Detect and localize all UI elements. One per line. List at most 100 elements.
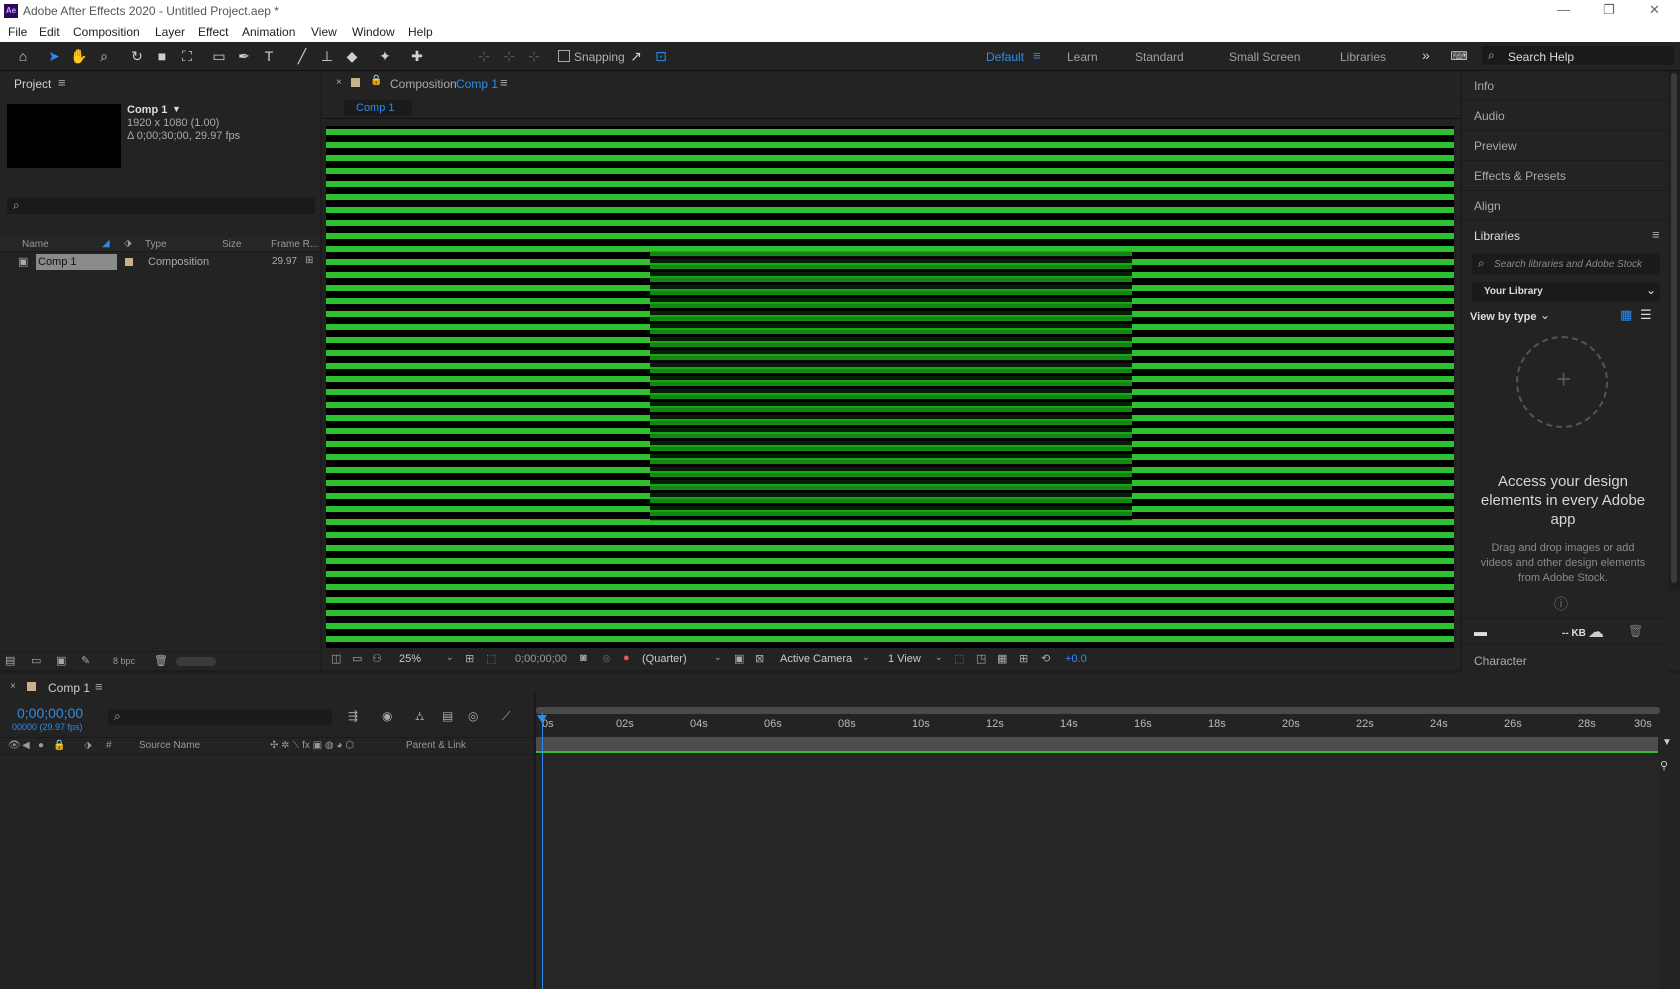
libraries-search-input[interactable]: ⌕ Search libraries and Adobe Stock (1472, 254, 1660, 274)
workspace-small-screen[interactable]: Small Screen (1229, 50, 1300, 64)
clone-stamp-icon[interactable]: ⊥ (318, 47, 336, 65)
col-type[interactable]: Type (145, 239, 167, 250)
label-color[interactable] (27, 682, 36, 691)
panel-info[interactable]: Info (1462, 71, 1668, 101)
rotate-tool-icon[interactable]: ↻ (128, 47, 146, 65)
chevron-down-icon[interactable]: ⌄ (862, 652, 870, 663)
snap-edge-icon[interactable]: ↗ (627, 47, 645, 65)
rectangle-tool-icon[interactable]: ▭ (210, 47, 228, 65)
lock-icon[interactable]: 🔒 (370, 75, 382, 86)
lock-icon[interactable]: 🔒 (53, 740, 65, 751)
zoom-level[interactable]: 25% (399, 653, 421, 665)
workspace-overflow-icon[interactable]: » (1422, 47, 1430, 63)
label-color[interactable] (125, 258, 133, 266)
menu-layer[interactable]: Layer (155, 25, 185, 39)
grid-view-icon[interactable]: ▦ (1620, 307, 1632, 323)
panel-character[interactable]: Character (1474, 654, 1527, 668)
close-icon[interactable]: ✕ (1649, 2, 1660, 18)
workspace-learn[interactable]: Learn (1067, 50, 1098, 64)
brush-tool-icon[interactable]: ╱ (293, 47, 311, 65)
motion-blur-icon[interactable]: ◎ (468, 709, 478, 723)
eraser-tool-icon[interactable]: ◆ (343, 47, 361, 65)
snap-feature-icon[interactable]: ⊡ (652, 47, 670, 65)
view-by-type[interactable]: View by type (1470, 311, 1536, 323)
chevron-down-icon[interactable]: ⌄ (1540, 308, 1550, 322)
magnify-icon[interactable]: ◫ (331, 652, 341, 665)
menu-edit[interactable]: Edit (39, 25, 60, 39)
project-menu-icon[interactable]: ≡ (58, 75, 66, 90)
label-column-icon[interactable]: ⬗ (124, 238, 132, 249)
comp-subtab[interactable]: Comp 1 (344, 100, 412, 116)
zoom-tool-icon[interactable]: ⌕ (95, 47, 113, 65)
playhead-handle[interactable] (537, 715, 547, 723)
exposure-value[interactable]: +0.0 (1065, 653, 1087, 665)
library-select[interactable]: Your Library ⌄ (1472, 282, 1660, 302)
project-item-row[interactable]: ▣ Comp 1 Composition 29.97 ⊞ (0, 254, 320, 270)
right-panel-scrollbar[interactable] (1668, 71, 1680, 591)
timeline-menu-icon[interactable]: ≡ (95, 679, 103, 694)
list-view-icon[interactable]: ☰ (1640, 307, 1652, 323)
trash-icon[interactable]: 🗑 (154, 654, 168, 667)
views-select[interactable]: 1 View (888, 653, 921, 665)
thumbnail-slider[interactable] (176, 657, 216, 666)
selection-tool-icon[interactable]: ➤ (45, 47, 63, 65)
work-area-bar[interactable] (536, 707, 1660, 714)
type-tool-icon[interactable]: T (260, 47, 278, 65)
timeline-search-input[interactable]: ⌕ (108, 709, 332, 725)
fast-previews-icon[interactable]: ◳ (976, 652, 986, 665)
axis-world-icon[interactable]: ⊹ (500, 47, 518, 65)
flowchart-icon[interactable]: ⊞ (1019, 652, 1028, 665)
hand-tool-icon[interactable]: ✋ (70, 47, 88, 65)
pan-behind-icon[interactable]: ⛶ (178, 47, 196, 65)
col-number[interactable]: # (106, 740, 112, 751)
libraries-title[interactable]: Libraries (1474, 229, 1520, 243)
home-icon[interactable]: ⌂ (14, 47, 32, 65)
project-tab[interactable]: Project (14, 77, 51, 91)
comp-button-icon[interactable]: ⚲ (1660, 759, 1668, 772)
shy-layers-icon[interactable]: ⛼ (415, 709, 424, 725)
col-size[interactable]: Size (222, 239, 241, 250)
workspace-default[interactable]: Default (986, 50, 1024, 64)
adjust-icon[interactable]: ✎ (81, 654, 90, 667)
cloud-icon[interactable]: ☁ (1588, 622, 1604, 642)
workspace-libraries[interactable]: Libraries (1340, 50, 1386, 64)
axis-view-icon[interactable]: ⊹ (525, 47, 543, 65)
trash-icon[interactable]: 🗑 (1628, 624, 1643, 638)
menu-effect[interactable]: Effect (198, 25, 228, 39)
safe-zones-icon[interactable]: ⬚ (486, 652, 496, 665)
new-folder-icon[interactable]: ▭ (31, 654, 41, 667)
show-snapshot-icon[interactable]: ⊗ (602, 652, 611, 665)
camera-tool-icon[interactable]: ■ (153, 47, 171, 65)
switches-icon[interactable]: ✣ ✲ ⟍ fx ▣ ◍ ◕ ⬡ (270, 740, 354, 751)
timeline-tab[interactable]: Comp 1 (48, 681, 90, 695)
sort-icon[interactable]: ◢ (102, 238, 110, 249)
comp-info-name[interactable]: Comp 1 (127, 104, 167, 116)
flowchart-icon[interactable]: ⊞ (305, 255, 313, 266)
comp-viewer[interactable] (326, 126, 1454, 648)
work-area-span[interactable] (536, 737, 1658, 751)
chevron-down-icon[interactable]: ⌄ (935, 652, 943, 663)
draft-3d-icon[interactable]: ◉ (382, 709, 392, 723)
menu-window[interactable]: Window (352, 25, 395, 39)
folder-icon[interactable]: ▬ (1474, 624, 1487, 639)
timeline-timecode[interactable]: 0;00;00;00 (17, 705, 83, 721)
transparency-grid-icon[interactable]: ⊠ (755, 652, 764, 665)
new-comp-icon[interactable]: ▣ (56, 654, 66, 667)
help-icon[interactable]: ⓘ (1554, 594, 1568, 614)
label-column-icon[interactable]: ⬗ (84, 740, 92, 751)
comp-marker-icon[interactable]: ▼ (1662, 737, 1672, 751)
current-time[interactable]: 0;00;00;00 (515, 653, 567, 665)
comp-tab-prefix[interactable]: Composition (390, 77, 457, 91)
close-tab-icon[interactable]: × (10, 681, 16, 692)
panel-preview[interactable]: Preview (1462, 131, 1668, 161)
label-color[interactable] (351, 78, 360, 87)
chevron-down-icon[interactable]: ▼ (172, 104, 181, 114)
reset-exposure-icon[interactable]: ⟲ (1041, 652, 1050, 665)
comp-tab-name[interactable]: Comp 1 (456, 77, 498, 91)
snapshot-icon[interactable]: ◙ (580, 652, 587, 664)
col-framerate[interactable]: Frame R... (271, 239, 318, 250)
mask-visibility-icon[interactable]: ⚇ (372, 652, 382, 665)
puppet-pin-icon[interactable]: ✚ (408, 47, 426, 65)
panel-effects-presets[interactable]: Effects & Presets (1462, 161, 1668, 191)
libraries-menu-icon[interactable]: ≡ (1652, 227, 1660, 242)
